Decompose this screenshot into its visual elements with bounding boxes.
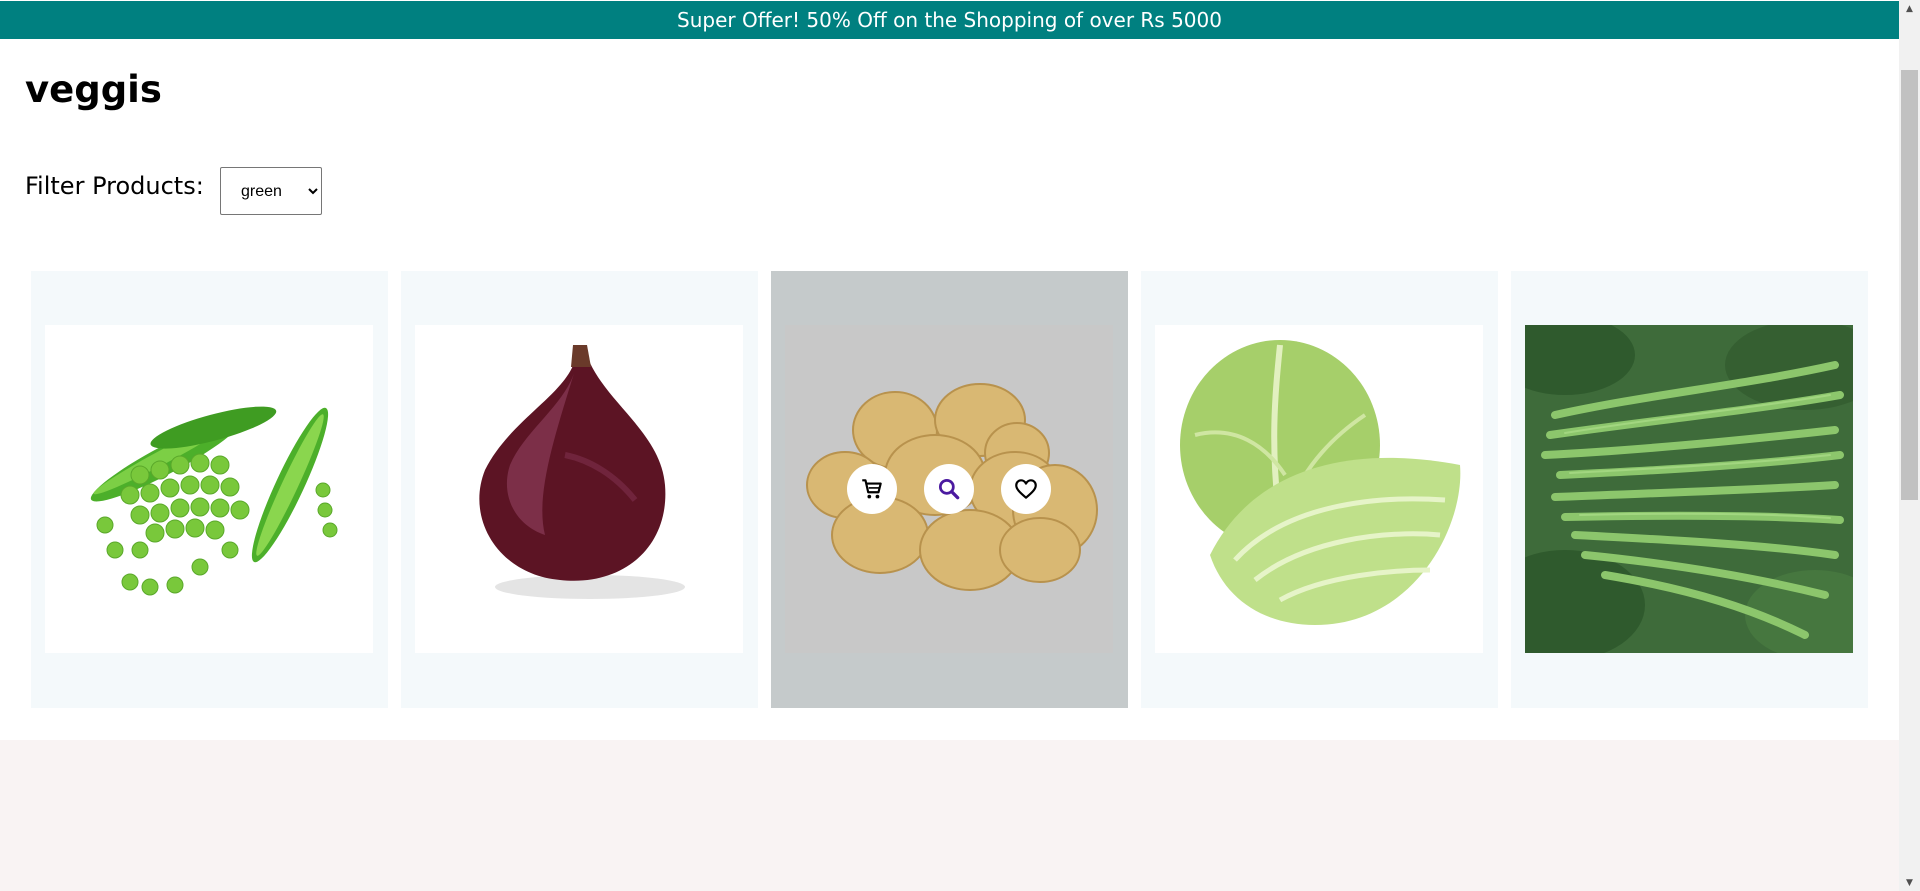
page-title: veggis xyxy=(25,68,162,111)
quick-view-button[interactable] xyxy=(924,464,974,514)
cabbage-image[interactable] xyxy=(1155,325,1483,653)
add-to-cart-button[interactable] xyxy=(847,464,897,514)
product-card-cabbage[interactable] xyxy=(1141,271,1498,708)
filter-select[interactable]: green xyxy=(220,167,322,215)
onion-image[interactable] xyxy=(415,325,743,653)
product-card-peas[interactable] xyxy=(31,271,388,708)
filter-label: Filter Products: xyxy=(25,172,204,200)
peas-image[interactable] xyxy=(45,325,373,653)
product-actions xyxy=(785,325,1113,653)
beans-image[interactable] xyxy=(1525,325,1853,653)
scroll-down-arrow-icon[interactable]: ▼ xyxy=(1899,874,1920,891)
potato-image[interactable] xyxy=(785,325,1113,653)
product-card-potatoes[interactable] xyxy=(771,271,1128,708)
offer-banner-text: Super Offer! 50% Off on the Shopping of … xyxy=(677,8,1222,32)
heart-icon xyxy=(1015,479,1037,499)
footer-area xyxy=(0,740,1899,891)
scrollbar[interactable]: ▲ ▼ xyxy=(1899,0,1920,891)
product-card-beans[interactable] xyxy=(1511,271,1868,708)
search-icon xyxy=(938,478,960,500)
offer-banner: Super Offer! 50% Off on the Shopping of … xyxy=(0,1,1899,39)
cart-icon xyxy=(862,479,882,499)
product-card-onion[interactable] xyxy=(401,271,758,708)
scroll-up-arrow-icon[interactable]: ▲ xyxy=(1899,0,1920,17)
wishlist-button[interactable] xyxy=(1001,464,1051,514)
scroll-thumb[interactable] xyxy=(1901,70,1918,500)
